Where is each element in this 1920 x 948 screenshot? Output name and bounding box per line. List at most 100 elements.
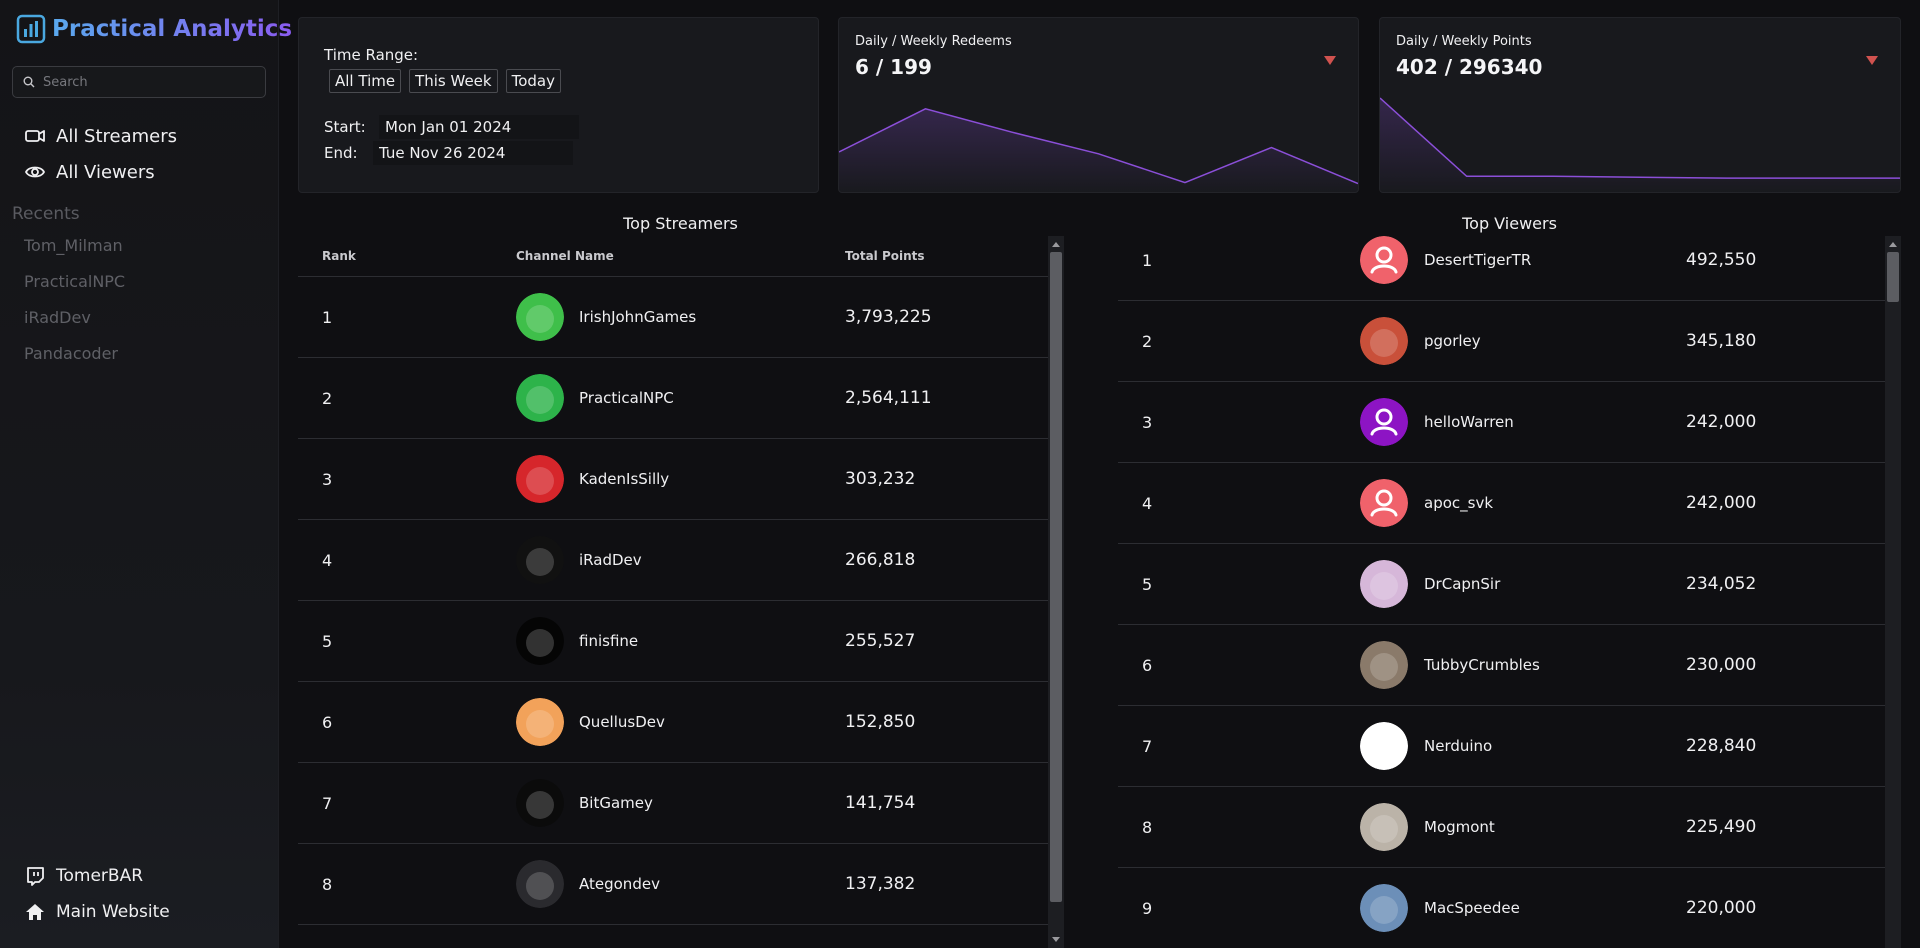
table-row[interactable]: 8 Mogmont 225,490 (1118, 787, 1901, 868)
avatar (516, 455, 564, 503)
table-row[interactable]: 4 iRadDev 266,818 (298, 520, 1064, 601)
recent-item[interactable]: iRadDev (24, 306, 125, 342)
recent-item[interactable]: Pandacoder (24, 342, 125, 378)
table-row[interactable]: 6 TubbyCrumbles 230,000 (1118, 625, 1901, 706)
points-cell: 2,564,111 (845, 388, 932, 408)
points-title: Daily / Weekly Points (1396, 34, 1532, 49)
channel-name[interactable]: DesertTigerTR (1424, 251, 1531, 269)
nav-label: All Viewers (56, 161, 155, 183)
nav-all-streamers[interactable]: All Streamers (24, 118, 177, 154)
table-row[interactable]: 3 helloWarren 242,000 (1118, 382, 1901, 463)
points-cell: 230,000 (1686, 655, 1757, 675)
time-range-card: Time Range: All Time This Week Today Sta… (298, 17, 819, 193)
search-box[interactable] (12, 66, 266, 98)
home-icon (26, 904, 44, 920)
scroll-thumb[interactable] (1887, 252, 1899, 302)
channel-name[interactable]: KadenIsSilly (579, 470, 669, 488)
start-label: Start: (324, 118, 366, 136)
streamers-scrollbar[interactable] (1048, 236, 1064, 948)
channel-name[interactable]: iRadDev (579, 551, 642, 569)
channel-name[interactable]: helloWarren (1424, 413, 1514, 431)
channel-name[interactable]: DrCapnSir (1424, 575, 1500, 593)
avatar (1360, 236, 1408, 284)
table-row[interactable]: 2 pgorley 345,180 (1118, 301, 1901, 382)
rank-cell: 4 (1142, 493, 1153, 513)
name-cell: IrishJohnGames (516, 293, 845, 341)
top-viewers-title: Top Viewers (1462, 214, 1557, 233)
rank-cell: 6 (1142, 655, 1153, 675)
channel-name[interactable]: pgorley (1424, 332, 1481, 350)
avatar (516, 617, 564, 665)
points-cell: 266,818 (845, 550, 916, 570)
bottom-nav: TomerBAR Main Website (24, 858, 170, 930)
table-row[interactable]: 1 IrishJohnGames 3,793,225 (298, 277, 1064, 358)
recent-item[interactable]: Tom_Milman (24, 234, 125, 270)
avatar (1360, 479, 1408, 527)
table-row[interactable]: 3 KadenIsSilly 303,232 (298, 439, 1064, 520)
points-value: 402 / 296340 (1396, 55, 1543, 79)
table-row[interactable]: 5 DrCapnSir 234,052 (1118, 544, 1901, 625)
main-nav: All Streamers All Viewers (24, 118, 177, 190)
channel-name[interactable]: apoc_svk (1424, 494, 1493, 512)
avatar (1360, 884, 1408, 932)
channel-name[interactable]: PracticalNPC (579, 389, 674, 407)
nav-all-viewers[interactable]: All Viewers (24, 154, 177, 190)
avatar (1360, 317, 1408, 365)
points-sparkline (1380, 97, 1900, 192)
avatar (516, 860, 564, 908)
viewers-scrollbar[interactable] (1885, 236, 1901, 948)
brand[interactable]: Practical Analytics (16, 14, 292, 44)
channel-name[interactable]: MacSpeedee (1424, 899, 1520, 917)
end-date-input[interactable] (373, 141, 573, 165)
scroll-thumb[interactable] (1050, 252, 1062, 902)
all-time-button[interactable]: All Time (329, 69, 402, 93)
avatar (1360, 722, 1408, 770)
top-streamers-title: Top Streamers (623, 214, 738, 233)
redeems-toggle-caret[interactable] (1324, 56, 1336, 65)
table-row[interactable]: 8 Ategondev 137,382 (298, 844, 1064, 925)
nav-label: All Streamers (56, 125, 178, 147)
rank-cell: 9 (1142, 898, 1153, 918)
points-cell: 255,527 (845, 631, 916, 651)
rank-cell: 2 (322, 388, 333, 408)
points-toggle-caret[interactable] (1866, 56, 1878, 65)
channel-name[interactable]: Mogmont (1424, 818, 1495, 836)
today-button[interactable]: Today (505, 69, 561, 93)
table-row[interactable]: 6 QuellusDev 152,850 (298, 682, 1064, 763)
table-row[interactable]: 4 apoc_svk 242,000 (1118, 463, 1901, 544)
scroll-up-arrow-icon[interactable] (1889, 242, 1897, 247)
table-row[interactable]: 5 finisfine 255,527 (298, 601, 1064, 682)
twitch-icon (27, 867, 44, 886)
table-row[interactable]: 2 PracticalNPC 2,564,111 (298, 358, 1064, 439)
channel-name[interactable]: BitGamey (579, 794, 653, 812)
sparkline-line (1380, 97, 1900, 179)
channel-name[interactable]: finisfine (579, 632, 638, 650)
table-row[interactable]: 1 DesertTigerTR 492,550 (1118, 236, 1901, 301)
name-cell: KadenIsSilly (516, 455, 845, 503)
table-header: Rank Channel Name Total Points (298, 236, 1064, 277)
nav-label: Main Website (56, 902, 170, 922)
channel-name[interactable]: Ategondev (579, 875, 660, 893)
table-row[interactable]: 7 Nerduino 228,840 (1118, 706, 1901, 787)
channel-name[interactable]: Nerduino (1424, 737, 1492, 755)
this-week-button[interactable]: This Week (409, 69, 498, 93)
rank-cell: 8 (1142, 817, 1153, 837)
column-header-points: Total Points (845, 249, 925, 263)
search-input[interactable] (43, 74, 243, 90)
channel-name[interactable]: TubbyCrumbles (1424, 656, 1540, 674)
nav-main-website[interactable]: Main Website (24, 894, 170, 930)
table-row[interactable]: 7 BitGamey 141,754 (298, 763, 1064, 844)
start-date-input[interactable] (379, 115, 579, 139)
nav-twitch-channel[interactable]: TomerBAR (24, 858, 170, 894)
scroll-up-arrow-icon[interactable] (1052, 242, 1060, 247)
table-row[interactable]: 9 MacSpeedee 220,000 (1118, 868, 1901, 948)
channel-name[interactable]: IrishJohnGames (579, 308, 696, 326)
scroll-down-arrow-icon[interactable] (1052, 937, 1060, 942)
name-cell: Nerduino (1360, 722, 1686, 770)
viewer-rows: 1 DesertTigerTR 492,550 2 pgorley 345,180 3 hel… (1118, 236, 1901, 948)
points-cell: 303,232 (845, 469, 916, 489)
redeems-value: 6 / 199 (855, 55, 932, 79)
channel-name[interactable]: QuellusDev (579, 713, 665, 731)
points-cell: 225,490 (1686, 817, 1757, 837)
recent-item[interactable]: PracticalNPC (24, 270, 125, 306)
